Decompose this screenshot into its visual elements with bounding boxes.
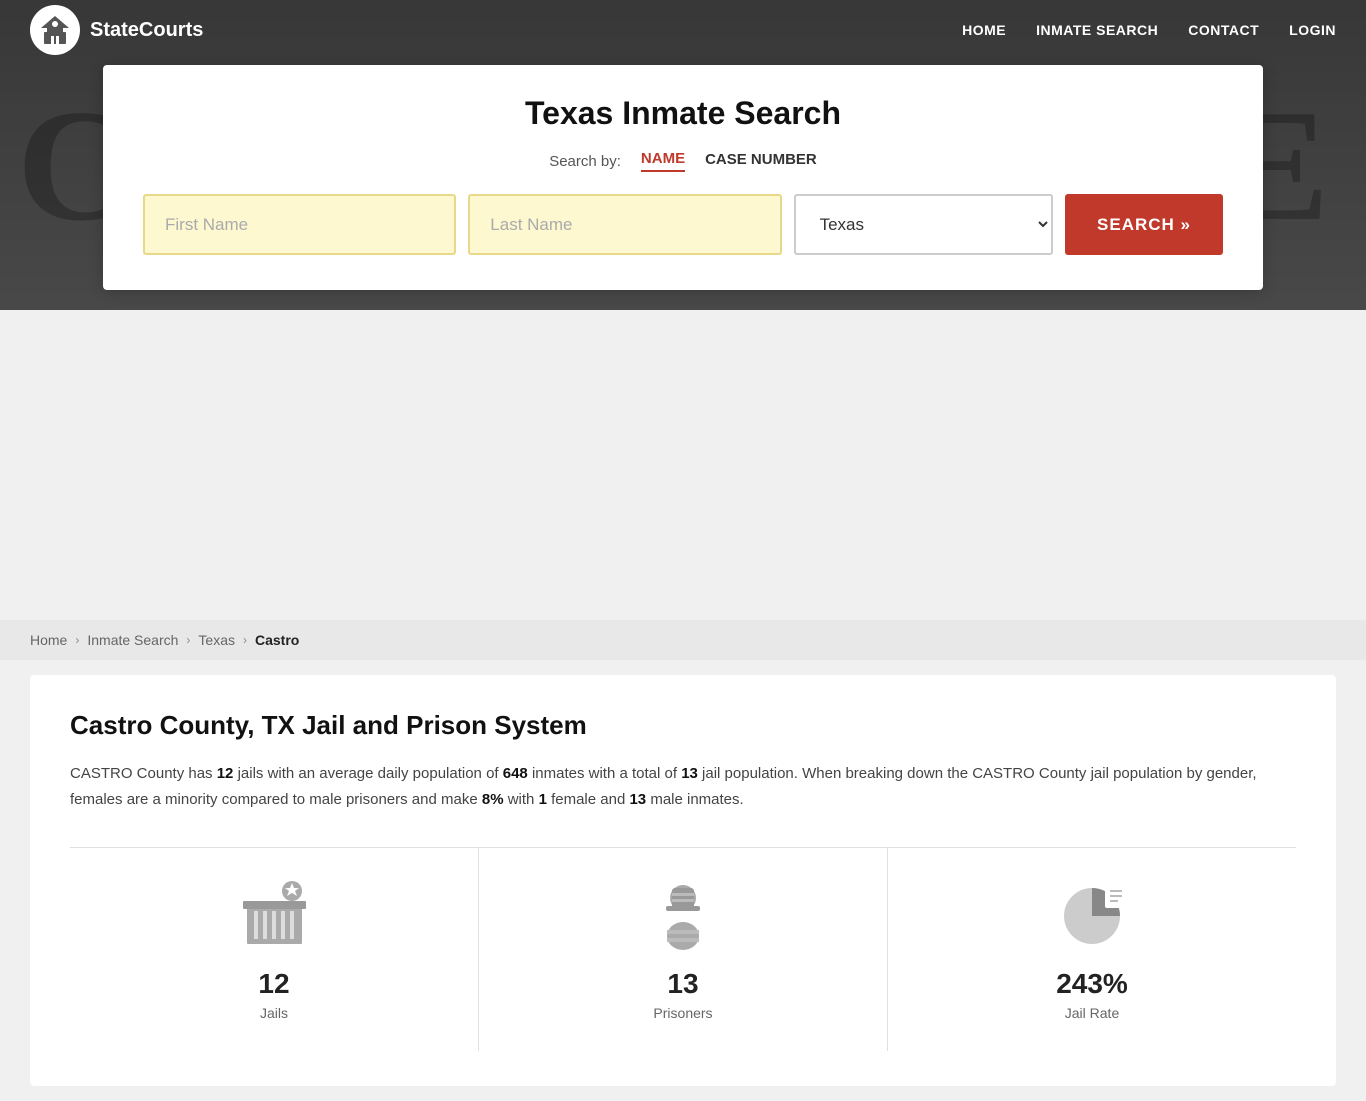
stat-jails-label: Jails: [260, 1005, 288, 1021]
breadcrumb-inmate-search[interactable]: Inmate Search: [87, 632, 178, 648]
stat-prisoners: 13 Prisoners: [479, 848, 888, 1051]
breadcrumb-sep-2: ›: [186, 633, 190, 647]
first-name-input[interactable]: [143, 194, 456, 255]
search-by-label: Search by:: [549, 153, 621, 170]
stat-jails: 12 Jails: [70, 848, 479, 1051]
stat-rate-label: Jail Rate: [1065, 1005, 1119, 1021]
nav-inmate-search[interactable]: INMATE SEARCH: [1036, 22, 1158, 38]
jail-icon: [234, 873, 314, 953]
stat-rate-number: 243%: [1056, 968, 1128, 1000]
logo-icon: [30, 5, 80, 55]
stat-jail-rate: 243% Jail Rate: [888, 848, 1296, 1051]
navigation: StateCourts HOME INMATE SEARCH CONTACT L…: [0, 0, 1366, 60]
search-inputs: Texas Alabama Alaska Arizona Arkansas Ca…: [143, 194, 1223, 255]
state-select[interactable]: Texas Alabama Alaska Arizona Arkansas Ca…: [794, 194, 1053, 255]
breadcrumb-current: Castro: [255, 632, 299, 648]
breadcrumb-texas[interactable]: Texas: [198, 632, 235, 648]
last-name-input[interactable]: [468, 194, 781, 255]
search-title: Texas Inmate Search: [143, 95, 1223, 132]
stat-prisoners-label: Prisoners: [653, 1005, 712, 1021]
prisoner-icon: [643, 873, 723, 953]
nav-links: HOME INMATE SEARCH CONTACT LOGIN: [962, 22, 1336, 38]
chart-icon: [1052, 873, 1132, 953]
tab-name[interactable]: NAME: [641, 150, 685, 172]
main-content: Castro County, TX Jail and Prison System…: [30, 675, 1336, 1086]
breadcrumb-sep-1: ›: [75, 633, 79, 647]
header: COURTHOUSE StateCourts HOME INMATE SEARC…: [0, 0, 1366, 310]
nav-contact[interactable]: CONTACT: [1188, 22, 1259, 38]
section-title: Castro County, TX Jail and Prison System: [70, 710, 1296, 741]
site-logo[interactable]: StateCourts: [30, 5, 203, 55]
breadcrumb: Home › Inmate Search › Texas › Castro: [0, 620, 1366, 660]
stats-row: 12 Jails: [70, 847, 1296, 1051]
breadcrumb-sep-3: ›: [243, 633, 247, 647]
search-button[interactable]: SEARCH »: [1065, 194, 1223, 255]
nav-home[interactable]: HOME: [962, 22, 1006, 38]
nav-login[interactable]: LOGIN: [1289, 22, 1336, 38]
logo-text: StateCourts: [90, 19, 203, 42]
stat-jails-number: 12: [258, 968, 289, 1000]
stat-prisoners-number: 13: [667, 968, 698, 1000]
breadcrumb-home[interactable]: Home: [30, 632, 67, 648]
search-by-row: Search by: NAME CASE NUMBER: [143, 150, 1223, 172]
section-description: CASTRO County has 12 jails with an avera…: [70, 761, 1296, 812]
tab-case-number[interactable]: CASE NUMBER: [705, 151, 817, 171]
search-card: Texas Inmate Search Search by: NAME CASE…: [103, 65, 1263, 290]
